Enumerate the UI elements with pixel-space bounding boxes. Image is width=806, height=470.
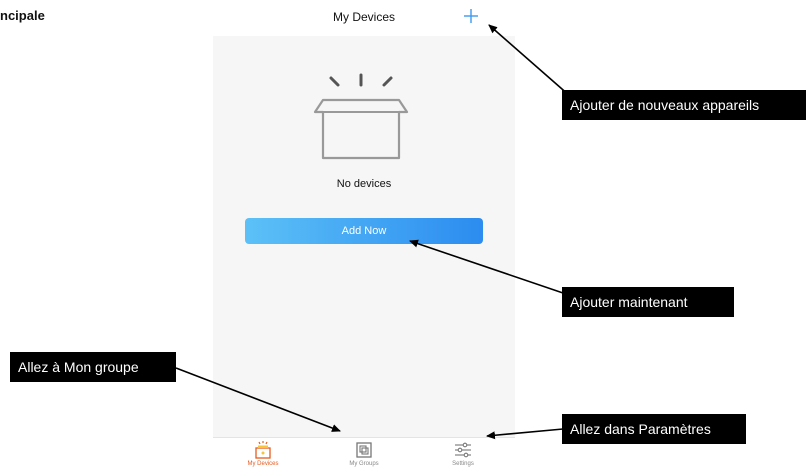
tab-label: My Groups <box>349 461 379 467</box>
tab-settings[interactable]: Settings <box>418 440 508 470</box>
callout-add-now: Ajouter maintenant <box>562 287 734 317</box>
tab-my-devices[interactable]: My Devices <box>218 440 308 470</box>
tab-bar: My Devices My Groups Settings <box>213 437 515 470</box>
tab-label: Settings <box>452 461 474 467</box>
add-now-button[interactable]: Add Now <box>245 218 483 244</box>
callout-go-settings: Allez dans Paramètres <box>562 414 746 444</box>
devices-icon <box>255 441 271 459</box>
callout-add-devices: Ajouter de nouveaux appareils <box>562 90 806 120</box>
callout-go-group: Allez à Mon groupe <box>10 352 176 382</box>
tab-label: My Devices <box>247 461 279 467</box>
tab-my-groups[interactable]: My Groups <box>319 440 409 470</box>
groups-icon <box>356 442 372 458</box>
empty-box-icon <box>313 73 409 160</box>
page-heading: ncipale <box>0 8 45 23</box>
app-header: My Devices <box>213 0 515 36</box>
phone-screen: My Devices No devices Add Now My Devices <box>213 0 515 470</box>
plus-icon[interactable] <box>463 8 479 24</box>
empty-state-text: No devices <box>336 178 392 190</box>
settings-sliders-icon <box>455 442 471 458</box>
